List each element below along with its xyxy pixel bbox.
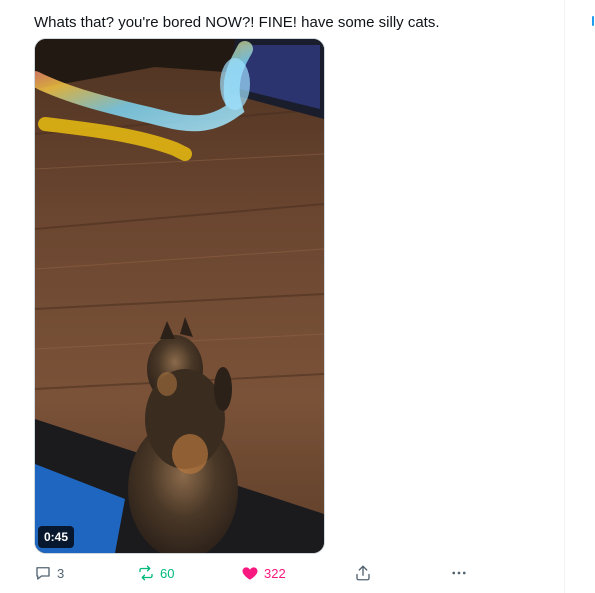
like-count: 322 <box>264 565 286 581</box>
reply-count: 3 <box>57 565 65 581</box>
heart-icon <box>242 567 258 580</box>
side-marker <box>592 16 594 26</box>
reply-icon <box>36 567 50 580</box>
video-player[interactable] <box>34 38 325 554</box>
more-icon <box>452 571 466 575</box>
post-actions-bar: 3 60 322 <box>34 560 474 586</box>
like-button[interactable]: 322 <box>241 560 286 586</box>
video-thumbnail <box>35 39 324 553</box>
repost-button[interactable]: 60 <box>137 560 174 586</box>
post-text: Whats that? you're bored NOW?! FINE! hav… <box>34 14 440 31</box>
column-divider <box>564 0 565 593</box>
repost-icon <box>139 565 153 581</box>
video-duration-badge: 0:45 <box>38 526 75 548</box>
repost-count: 60 <box>160 565 175 581</box>
more-options-button[interactable] <box>450 560 468 586</box>
reply-button[interactable]: 3 <box>34 560 64 586</box>
share-icon <box>356 565 370 581</box>
share-button[interactable] <box>354 560 372 586</box>
